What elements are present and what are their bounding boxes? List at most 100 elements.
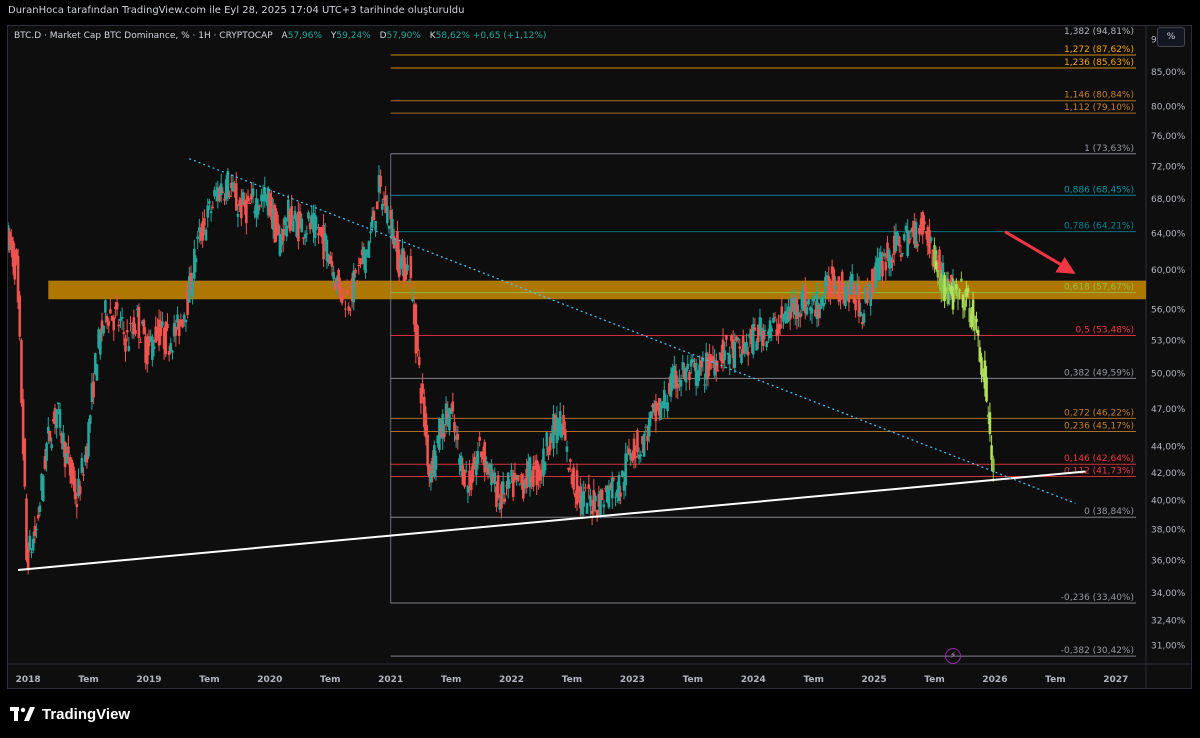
candle bbox=[681, 362, 685, 371]
candle bbox=[389, 210, 392, 220]
candle bbox=[518, 483, 522, 485]
candle bbox=[568, 459, 572, 462]
candle bbox=[688, 371, 691, 381]
support-trend-line bbox=[17, 470, 1086, 571]
candle bbox=[67, 446, 70, 454]
candle bbox=[50, 444, 53, 449]
candle bbox=[807, 298, 810, 305]
fib-level-label: 1,272 (87,62%) bbox=[1064, 45, 1134, 55]
candle bbox=[837, 276, 841, 302]
candle bbox=[619, 492, 622, 497]
candle bbox=[416, 325, 419, 351]
high-value: 59,24% bbox=[336, 31, 371, 41]
candle bbox=[624, 453, 627, 486]
candle bbox=[758, 317, 762, 329]
candle bbox=[119, 318, 122, 321]
x-tick-label: 2020 bbox=[257, 675, 282, 685]
candle bbox=[765, 341, 768, 348]
candle bbox=[589, 495, 592, 507]
candle bbox=[510, 470, 513, 477]
candle bbox=[374, 221, 377, 231]
projection-candle bbox=[955, 283, 958, 290]
candle bbox=[897, 236, 901, 247]
candle bbox=[379, 175, 382, 187]
x-tick-label: Tem bbox=[441, 675, 461, 685]
candle bbox=[169, 343, 173, 352]
candle bbox=[929, 237, 933, 241]
candle bbox=[466, 485, 470, 493]
candle bbox=[755, 341, 758, 351]
y-tick-label: 64,00% bbox=[1151, 229, 1186, 239]
candle bbox=[716, 370, 720, 372]
down-arrow-icon bbox=[1055, 256, 1076, 274]
candle bbox=[456, 433, 460, 440]
fib-level-label: -0,236 (33,40%) bbox=[1061, 593, 1134, 603]
price-chart[interactable]: 31,00% 32,40% 34,00% 36,00% 38,00% 40,00% 42,0… bbox=[8, 26, 1192, 689]
fib-level-label: 0,272 (46,22%) bbox=[1064, 408, 1134, 418]
candle bbox=[503, 498, 507, 502]
candle bbox=[411, 298, 414, 302]
candle bbox=[453, 422, 456, 433]
candle bbox=[82, 474, 85, 476]
candle bbox=[323, 233, 327, 241]
percent-scale-button[interactable]: % bbox=[1157, 27, 1185, 47]
lightning-icon[interactable]: ⚡ bbox=[945, 648, 961, 664]
candle bbox=[639, 454, 643, 457]
candle bbox=[715, 360, 718, 372]
low-value: 57,90% bbox=[386, 31, 421, 41]
projection-candle bbox=[976, 329, 980, 336]
candle bbox=[798, 313, 802, 318]
candle bbox=[387, 225, 391, 229]
candle bbox=[174, 326, 178, 336]
candle bbox=[770, 328, 774, 332]
candle bbox=[805, 306, 809, 315]
candle bbox=[117, 324, 121, 327]
candle bbox=[567, 467, 570, 470]
candle bbox=[285, 225, 288, 237]
x-tick-label: 2024 bbox=[741, 675, 766, 685]
y-tick-label: 60,00% bbox=[1151, 266, 1186, 276]
candle bbox=[871, 268, 874, 294]
projection-candle bbox=[956, 291, 960, 299]
candle bbox=[345, 289, 349, 295]
candle bbox=[33, 526, 37, 537]
candle bbox=[95, 364, 99, 381]
candle bbox=[35, 529, 38, 531]
y-tick-label: 72,00% bbox=[1151, 163, 1186, 173]
y-tick-label: 42,00% bbox=[1151, 469, 1186, 479]
candle bbox=[733, 341, 737, 368]
candle bbox=[600, 489, 604, 500]
candle bbox=[302, 237, 305, 239]
candle bbox=[746, 351, 750, 356]
candle bbox=[305, 233, 309, 235]
candle bbox=[231, 182, 235, 191]
candle bbox=[703, 384, 706, 386]
candle bbox=[31, 538, 35, 551]
candle bbox=[532, 465, 535, 487]
candle bbox=[300, 218, 304, 233]
candle bbox=[142, 320, 146, 334]
candle bbox=[349, 309, 352, 311]
candle bbox=[342, 288, 345, 290]
candle bbox=[736, 338, 740, 340]
candle bbox=[78, 486, 82, 495]
candle bbox=[543, 462, 547, 471]
candle bbox=[167, 350, 171, 356]
candle bbox=[88, 415, 92, 424]
candle bbox=[587, 484, 591, 489]
projection-candle bbox=[963, 300, 967, 311]
fib-level-label: 0,236 (45,17%) bbox=[1064, 421, 1134, 431]
candle bbox=[508, 482, 512, 484]
y-tick-label: 85,00% bbox=[1151, 68, 1186, 78]
projection-candle bbox=[991, 458, 995, 473]
y-tick-label: 32,40% bbox=[1151, 616, 1186, 626]
chart-frame[interactable]: 31,00% 32,40% 34,00% 36,00% 38,00% 40,00% 42,0… bbox=[7, 25, 1192, 689]
candle bbox=[647, 417, 651, 437]
projection-candle bbox=[980, 357, 983, 375]
candle bbox=[292, 221, 295, 232]
candle bbox=[317, 232, 320, 236]
candle bbox=[684, 367, 688, 383]
candle bbox=[483, 441, 486, 473]
candle bbox=[614, 496, 617, 498]
candle bbox=[73, 478, 77, 500]
